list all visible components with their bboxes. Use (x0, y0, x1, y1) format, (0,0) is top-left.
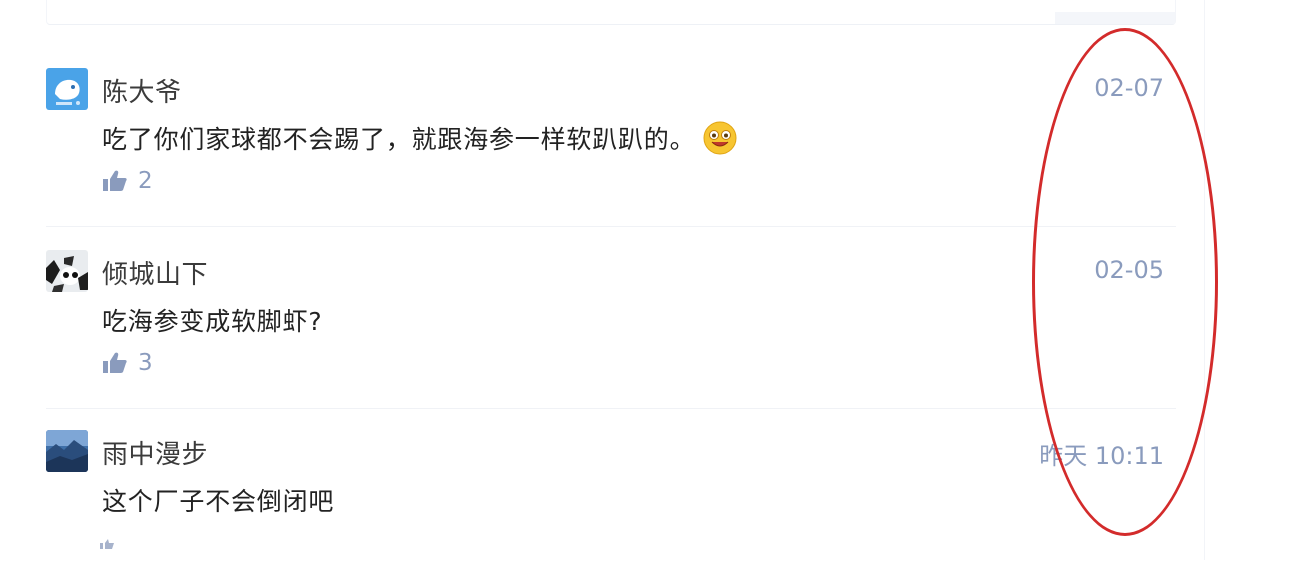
comment-feed-page: 陈大爷 02-07 吃了你们家球都不会踢了，就跟海参一样软趴趴的。 2 倾城山下… (0, 0, 1294, 580)
comment-divider (46, 408, 1176, 409)
avatar-default-icon (46, 68, 88, 110)
comment-content: 吃了你们家球都不会踢了，就跟海参一样软趴趴的。 (102, 120, 737, 156)
comment-item: 倾城山下 02-05 吃海参变成软脚虾? 3 (46, 250, 1176, 400)
comment-text: 这个厂子不会倒闭吧 (102, 487, 335, 516)
comment-timestamp: 02-07 (1094, 74, 1164, 102)
avatar-landscape-icon (46, 430, 88, 472)
avatar[interactable] (46, 430, 88, 472)
avatar-panda-icon (46, 250, 88, 292)
comment-text: 吃海参变成软脚虾? (102, 307, 323, 336)
comment-item: 陈大爷 02-07 吃了你们家球都不会踢了，就跟海参一样软趴趴的。 2 (46, 68, 1176, 218)
thumbs-up-icon (103, 170, 127, 191)
comment-timestamp: 昨天 10:11 (1039, 442, 1164, 470)
top-panel-edge (46, 0, 1176, 25)
thumbs-up-icon (100, 539, 114, 549)
comment-content: 这个厂子不会倒闭吧 (102, 482, 334, 518)
panel-right-edge (1204, 0, 1205, 560)
comment-item: 雨中漫步 昨天 10:11 这个厂子不会倒闭吧 (46, 430, 1176, 560)
like-count: 3 (138, 350, 153, 376)
comment-content: 吃海参变成软脚虾? (102, 302, 322, 338)
smiley-emoji-icon (703, 121, 737, 155)
thumbs-up-icon (103, 352, 127, 373)
avatar[interactable] (46, 250, 88, 292)
username[interactable]: 倾城山下 (102, 254, 208, 291)
comment-timestamp: 02-05 (1094, 256, 1164, 284)
like-button[interactable]: 2 (102, 168, 153, 194)
top-panel-tab (1055, 12, 1175, 24)
comment-divider (46, 226, 1176, 227)
comment-text: 吃了你们家球都不会踢了，就跟海参一样软趴趴的。 (102, 125, 696, 154)
like-count: 2 (138, 168, 153, 194)
cut-off-like-row (100, 538, 180, 552)
avatar[interactable] (46, 68, 88, 110)
like-button[interactable]: 3 (102, 350, 153, 376)
username[interactable]: 雨中漫步 (102, 434, 208, 471)
username[interactable]: 陈大爷 (102, 72, 182, 109)
